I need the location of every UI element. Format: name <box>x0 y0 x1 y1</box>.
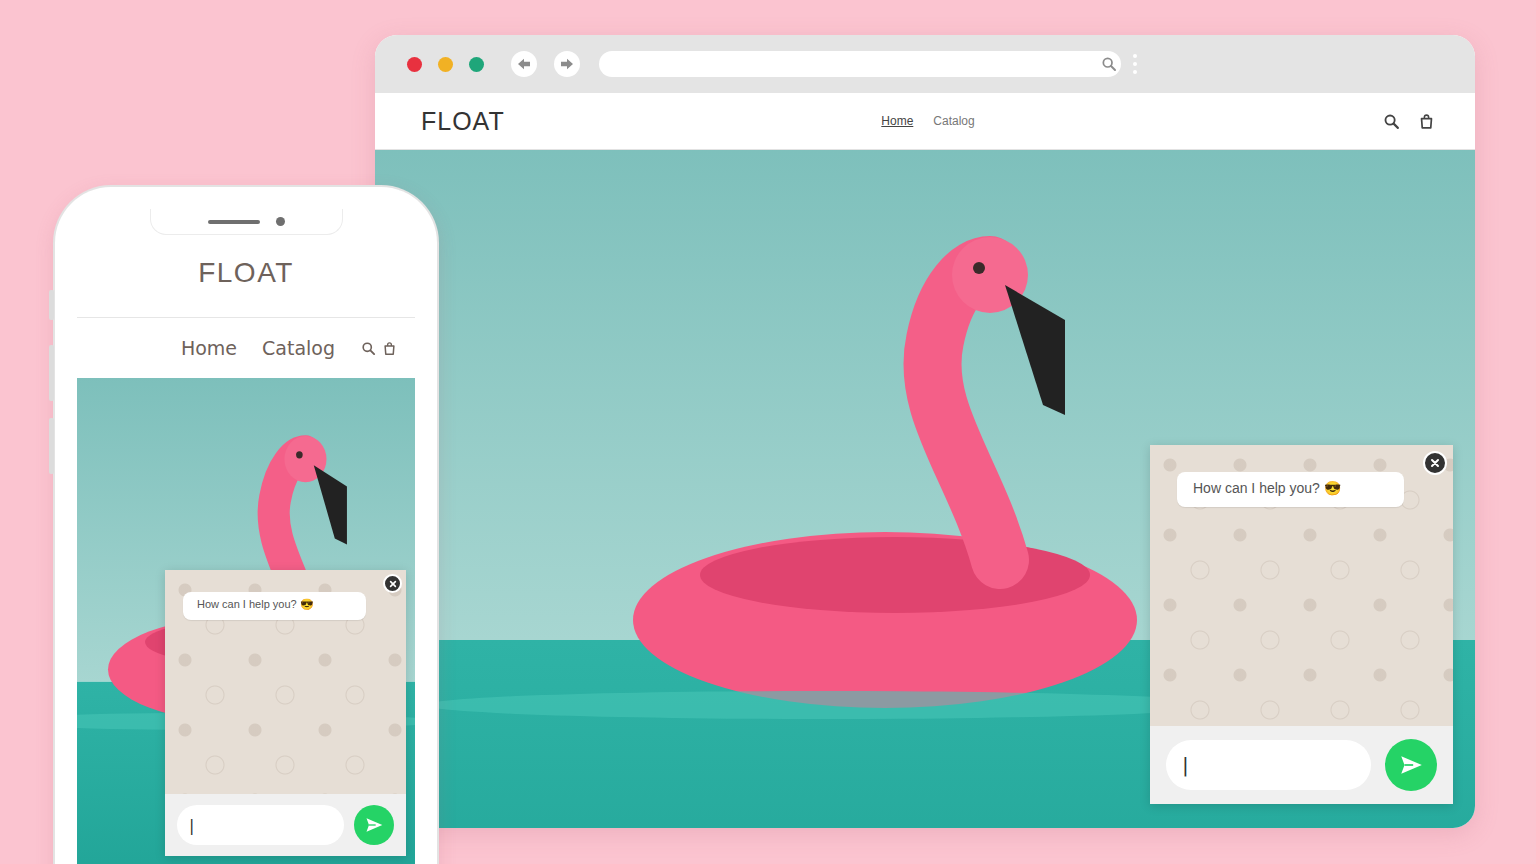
close-icon <box>389 580 397 588</box>
send-icon <box>364 815 384 835</box>
search-icon[interactable] <box>1383 113 1400 130</box>
send-button[interactable] <box>1385 739 1437 791</box>
search-icon[interactable] <box>361 341 376 356</box>
phone: FLOAT Home Catalog How can I help you? 😎 | <box>55 187 437 864</box>
close-button[interactable] <box>383 574 402 593</box>
camera <box>276 217 285 226</box>
chat-bar: | <box>1150 726 1453 804</box>
minimize-dot[interactable] <box>438 57 453 72</box>
site-header: FLOAT <box>77 209 415 318</box>
chat-input[interactable]: | <box>1166 740 1371 790</box>
nav-item[interactable]: Catalog <box>262 337 335 359</box>
header-icons <box>361 341 397 356</box>
phone-screen: FLOAT Home Catalog How can I help you? 😎 | <box>77 209 415 864</box>
back-button[interactable] <box>511 51 537 77</box>
forward-button[interactable] <box>554 51 580 77</box>
chat-bar: | <box>165 794 406 856</box>
header-icons <box>975 113 1435 130</box>
site-header: FLOATHome Catalog <box>375 93 1475 150</box>
side-button[interactable] <box>49 290 54 320</box>
logo[interactable]: FLOAT <box>198 257 294 289</box>
chat-input[interactable]: | <box>177 805 344 845</box>
nav-item[interactable]: Home <box>181 337 237 359</box>
chat-messages: How can I help you? 😎 <box>1150 445 1453 726</box>
nav-bar: Home Catalog <box>77 318 415 378</box>
hero: How can I help you? 😎 | <box>77 378 415 864</box>
hero: How can I help you? 😎 | <box>375 150 1475 828</box>
send-button[interactable] <box>354 805 394 845</box>
title-bar <box>375 35 1475 93</box>
site-nav: Home Catalog <box>181 337 335 359</box>
back-arrow-icon <box>515 55 533 73</box>
search-icon[interactable] <box>1101 56 1117 72</box>
chat-widget: How can I help you? 😎 | <box>1150 445 1453 804</box>
chat-slot: How can I help you? 😎 | <box>165 570 406 856</box>
logo[interactable]: FLOAT <box>421 107 881 136</box>
forward-arrow-icon <box>558 55 576 73</box>
nav-arrows <box>511 51 580 77</box>
stage: FLOATHomeCatalogHow can I help you? 😎|FL… <box>0 0 1536 864</box>
side-button[interactable] <box>49 345 54 401</box>
bag-icon[interactable] <box>1418 113 1435 130</box>
close-icon <box>1430 458 1440 468</box>
chat-bubble: How can I help you? 😎 <box>183 592 366 620</box>
chat-bubble: How can I help you? 😎 <box>1177 472 1404 507</box>
send-icon <box>1398 752 1424 778</box>
close-dot[interactable] <box>407 57 422 72</box>
nav-item[interactable]: Catalog <box>933 114 974 128</box>
notch <box>150 209 343 235</box>
chat-messages: How can I help you? 😎 <box>165 570 406 794</box>
window-controls <box>407 57 484 72</box>
side-button[interactable] <box>49 418 54 474</box>
nav-item[interactable]: Home <box>881 114 913 128</box>
menu-icon[interactable] <box>1133 54 1137 74</box>
speaker <box>208 220 260 224</box>
maximize-dot[interactable] <box>469 57 484 72</box>
chat-widget: How can I help you? 😎 | <box>165 570 406 856</box>
address-bar[interactable] <box>599 51 1121 77</box>
close-button[interactable] <box>1423 451 1447 475</box>
chat-slot: How can I help you? 😎 | <box>1150 445 1453 804</box>
site-nav: Home Catalog <box>881 114 974 128</box>
browser-window: FLOATHome Catalog How can I help you? 😎 | <box>375 35 1475 828</box>
bag-icon[interactable] <box>382 341 397 356</box>
